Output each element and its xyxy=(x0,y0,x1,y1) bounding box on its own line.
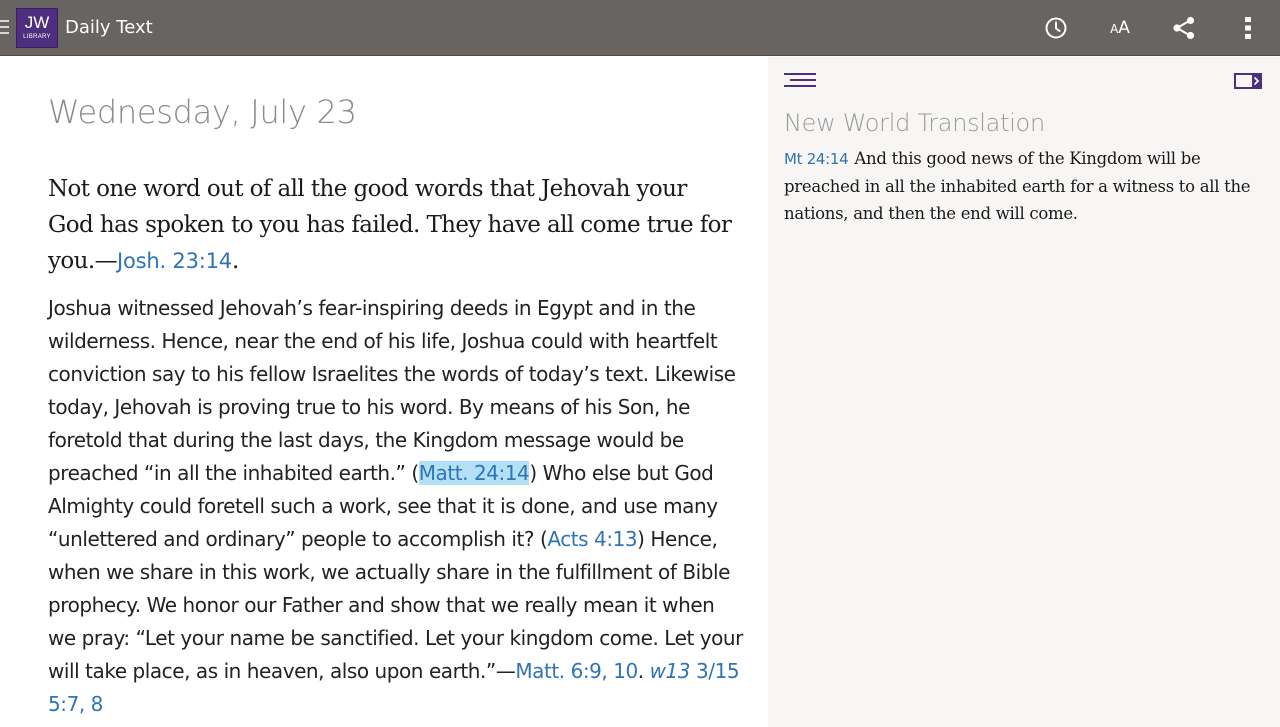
verse-text: And this good news of the Kingdom will b… xyxy=(784,149,1251,223)
share-button[interactable] xyxy=(1168,12,1200,44)
text-size-icon: AA xyxy=(1110,18,1130,38)
logo-subtext: LIBRARY xyxy=(23,34,51,40)
publication-reference-symbol[interactable]: w13 xyxy=(650,659,691,683)
verse-text-block: Mt 24:14 And this good news of the Kingdo… xyxy=(784,145,1254,227)
app-bar: JW LIBRARY Daily Text AA xyxy=(0,0,1280,56)
theme-scripture-link[interactable]: Josh. 23:14 xyxy=(117,249,232,273)
history-icon xyxy=(1045,17,1067,39)
scripture-side-panel: New World Translation Mt 24:14 And this g… xyxy=(768,57,1280,727)
drawer-handle-icon[interactable] xyxy=(0,20,9,36)
list-menu-icon[interactable] xyxy=(784,72,816,88)
verse-reference-link[interactable]: Mt 24:14 xyxy=(784,150,849,168)
logo-text: JW xyxy=(24,13,50,32)
history-button[interactable] xyxy=(1040,12,1072,44)
comment-paragraph: Joshua witnessed Jehovah’s fear-inspirin… xyxy=(48,292,748,721)
scripture-link-matt-24-14[interactable]: Matt. 24:14 xyxy=(418,461,530,485)
collapse-panel-icon[interactable] xyxy=(1234,73,1262,89)
daily-text-panel: Wednesday, July 23 Not one word out of a… xyxy=(0,57,768,727)
comment-text-4: . xyxy=(637,659,650,683)
share-icon xyxy=(1173,16,1195,40)
jw-library-logo[interactable]: JW LIBRARY xyxy=(16,8,58,48)
comment-text-1: Joshua witnessed Jehovah’s fear-inspirin… xyxy=(48,296,736,485)
theme-end: . xyxy=(231,248,239,274)
bible-translation-title: New World Translation xyxy=(784,109,1045,137)
theme-scripture: Not one word out of all the good words t… xyxy=(48,171,738,279)
scripture-link-matt-6-9[interactable]: Matt. 6:9, 10 xyxy=(515,659,638,683)
overflow-menu-button[interactable] xyxy=(1232,12,1264,44)
date-heading: Wednesday, July 23 xyxy=(48,93,357,131)
scripture-link-acts-4-13[interactable]: Acts 4:13 xyxy=(547,527,637,551)
page-title: Daily Text xyxy=(65,17,153,38)
text-size-button[interactable]: AA xyxy=(1104,12,1136,44)
overflow-menu-icon xyxy=(1245,17,1251,39)
